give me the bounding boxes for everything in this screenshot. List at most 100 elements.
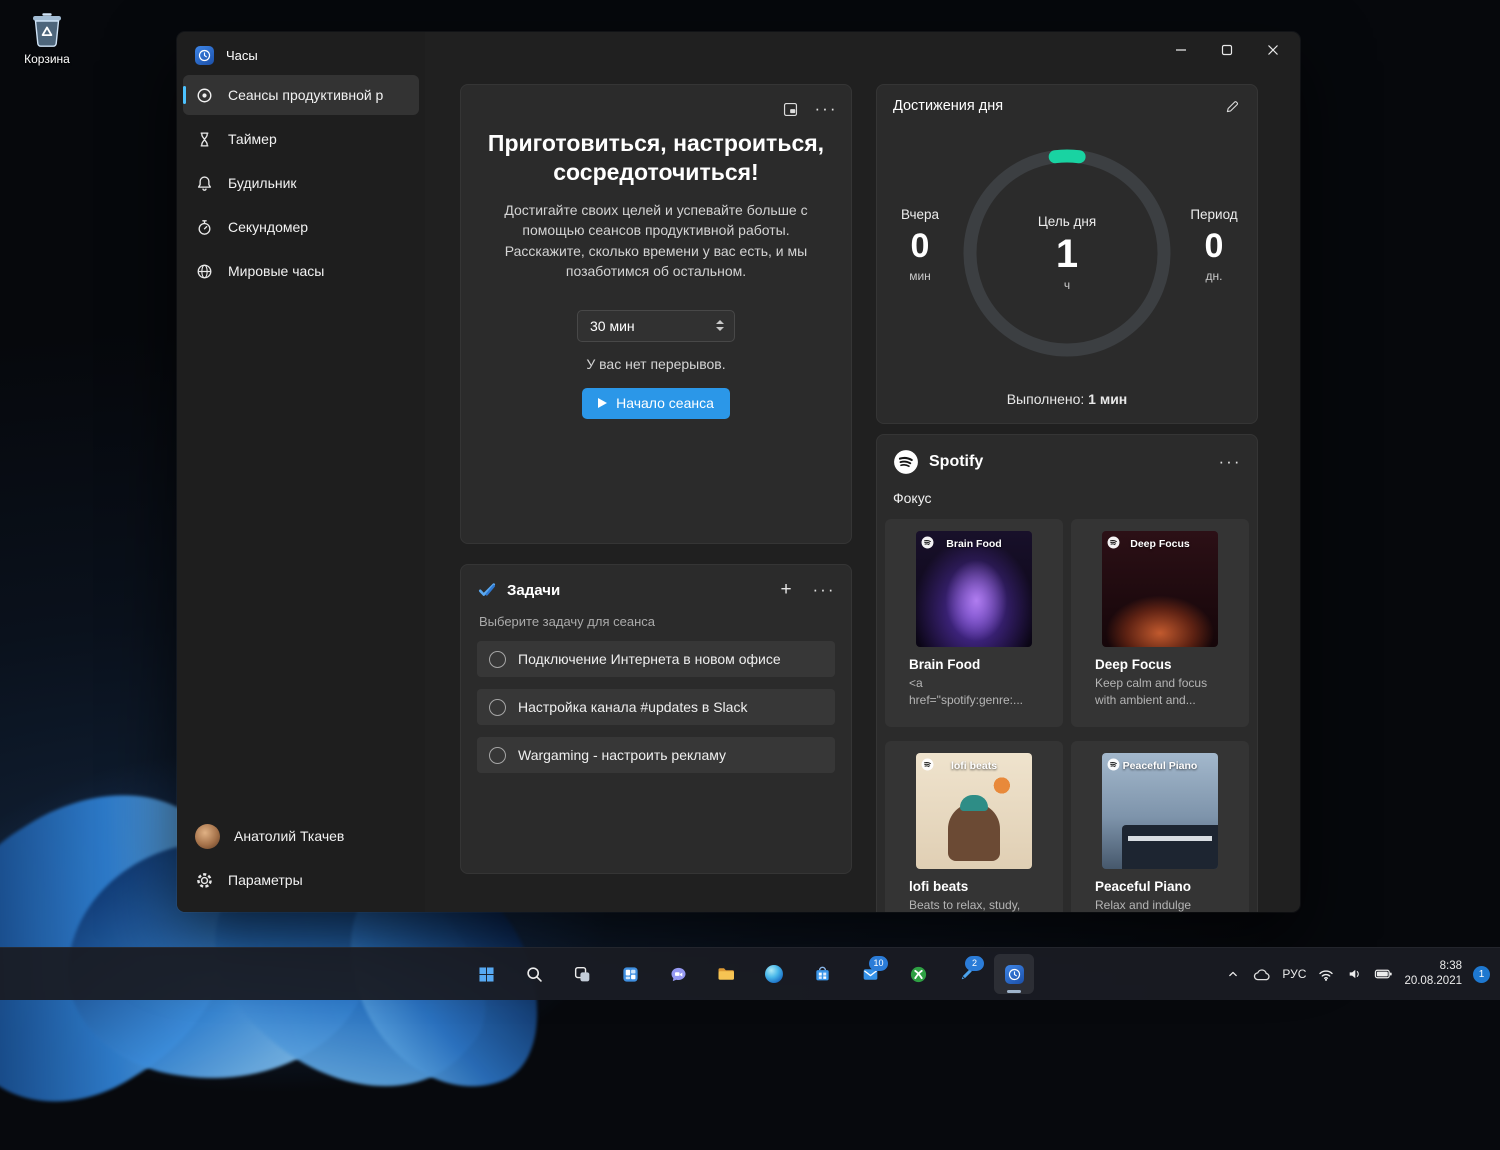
task-label: Настройка канала #updates в Slack <box>518 699 748 715</box>
file-explorer-button[interactable] <box>706 954 746 994</box>
goal-stat: Цель дня 1 ч <box>961 147 1173 359</box>
battery-button[interactable] <box>1374 967 1393 981</box>
task-row[interactable]: Подключение Интернета в новом офисе <box>477 641 835 677</box>
completed-label: Выполнено: <box>1006 391 1085 407</box>
task-row[interactable]: Wargaming - настроить рекламу <box>477 737 835 773</box>
sidebar-item-alarm[interactable]: Будильник <box>183 163 419 203</box>
sidebar-item-settings[interactable]: Параметры <box>183 860 419 900</box>
wifi-icon <box>1319 970 1334 981</box>
progress-card-title: Достижения дня <box>893 98 1004 114</box>
sidebar-item-label: Секундомер <box>228 219 309 235</box>
maximize-button[interactable] <box>1204 32 1250 68</box>
focus-card-title: Приготовиться, настроиться, сосредоточит… <box>487 130 825 185</box>
duration-select[interactable]: 30 мин <box>577 309 735 342</box>
clock-app-taskbar-button[interactable] <box>994 954 1034 994</box>
start-session-button[interactable]: Начало сеанса <box>582 387 730 419</box>
user-account-item[interactable]: Анатолий Ткачев <box>183 816 419 856</box>
mail-button[interactable]: 10 <box>850 954 890 994</box>
clock-date-tray[interactable]: 8:38 20.08.2021 <box>1404 959 1462 989</box>
yesterday-label: Вчера <box>900 207 940 222</box>
language-indicator[interactable]: РУС <box>1282 967 1306 981</box>
sidebar-item-world-clock[interactable]: Мировые часы <box>183 251 419 291</box>
tasks-subtitle: Выберите задачу для сеанса <box>479 614 655 629</box>
playlist-title: Deep Focus <box>1095 657 1172 672</box>
settings-label: Параметры <box>228 872 303 888</box>
search-button[interactable] <box>514 954 554 994</box>
spotify-more-button[interactable]: ··· <box>1217 450 1243 474</box>
start-button[interactable] <box>466 954 506 994</box>
cover-label: Deep Focus <box>1130 538 1190 550</box>
spotify-card: Spotify ··· Фокус Brain Food Brain Food … <box>876 434 1258 912</box>
file-explorer-icon <box>718 968 734 980</box>
volume-button[interactable] <box>1346 966 1363 982</box>
playlist-description: Relax and indulge <box>1095 898 1192 912</box>
task-row[interactable]: Настройка канала #updates в Slack <box>477 689 835 725</box>
spinner-chevrons-icon[interactable] <box>716 320 724 332</box>
tasks-card-title: Задачи <box>507 581 561 599</box>
notification-count-badge[interactable]: 1 <box>1473 965 1490 983</box>
recycle-bin-label: Корзина <box>24 52 70 66</box>
compact-overlay-icon <box>783 102 797 116</box>
pen-app-button[interactable]: 2 <box>946 954 986 994</box>
start-session-label: Начало сеанса <box>616 394 714 411</box>
clock-app-icon <box>1004 964 1024 984</box>
tray-time: 8:38 <box>1439 960 1462 972</box>
task-label: Wargaming - настроить рекламу <box>518 747 727 763</box>
chevron-up-icon <box>1229 971 1238 977</box>
edit-goal-button[interactable] <box>1219 94 1245 118</box>
task-radio[interactable] <box>489 698 506 716</box>
progress-ring: Цель дня 1 ч <box>961 147 1173 359</box>
stopwatch-icon <box>198 219 211 235</box>
onedrive-button[interactable] <box>1252 966 1271 982</box>
cover-label: lofi beats <box>950 760 998 772</box>
wifi-button[interactable] <box>1317 966 1335 982</box>
yesterday-value: 0 <box>910 227 930 265</box>
minimize-button[interactable] <box>1158 32 1204 68</box>
widgets-button[interactable] <box>610 954 650 994</box>
taskbar-center-icons: 10 2 <box>466 954 1034 994</box>
task-view-button[interactable] <box>562 954 602 994</box>
widgets-icon <box>622 966 638 982</box>
close-button[interactable] <box>1250 32 1296 68</box>
sidebar-item-stopwatch[interactable]: Секундомер <box>183 207 419 247</box>
add-task-button[interactable]: + <box>773 578 799 602</box>
sidebar-item-focus-sessions[interactable]: Сеансы продуктивной р <box>183 75 419 115</box>
xbox-button[interactable] <box>898 954 938 994</box>
gear-icon <box>197 872 212 888</box>
playlist-cover: Deep Focus <box>1102 531 1218 647</box>
tray-chevron-button[interactable] <box>1225 966 1241 982</box>
task-view-icon <box>574 966 589 981</box>
world-clock-icon <box>197 264 212 278</box>
playlist-tile-lofi-beats[interactable]: lofi beats lofi beats Beats to relax, st… <box>885 741 1063 912</box>
sidebar-item-label: Сеансы продуктивной р <box>228 87 384 103</box>
system-tray: РУС 8:38 20.08.2021 1 <box>1225 948 1490 1000</box>
completed-line: Выполнено: 1 мин <box>877 391 1257 407</box>
app-title-row: Часы <box>177 32 425 75</box>
recycle-bin-shortcut[interactable]: Корзина <box>12 8 82 66</box>
play-icon <box>598 397 608 408</box>
edge-button[interactable] <box>754 954 794 994</box>
task-radio[interactable] <box>489 746 506 764</box>
chat-button[interactable] <box>658 954 698 994</box>
playlist-title: Peaceful Piano <box>1095 879 1192 894</box>
spotify-logo-icon <box>894 450 918 474</box>
playlist-title: lofi beats <box>909 879 969 894</box>
sidebar: Часы Сеансы продуктивной р Таймер Будиль… <box>177 32 425 912</box>
search-icon <box>526 966 542 982</box>
focus-card-actions: ··· <box>461 85 851 121</box>
close-icon <box>1268 45 1278 55</box>
user-avatar <box>195 823 220 849</box>
task-radio[interactable] <box>489 650 506 668</box>
store-button[interactable] <box>802 954 842 994</box>
playlist-tile-brain-food[interactable]: Brain Food Brain Food <a href="spotify:g… <box>885 519 1063 727</box>
maximize-icon <box>1221 44 1233 56</box>
more-options-button[interactable]: ··· <box>813 97 839 121</box>
sidebar-item-label: Таймер <box>228 131 277 147</box>
playlist-tile-deep-focus[interactable]: Deep Focus Deep Focus Keep calm and focu… <box>1071 519 1249 727</box>
clock-app-icon <box>195 46 214 65</box>
sidebar-item-timer[interactable]: Таймер <box>183 119 419 159</box>
playlist-tile-peaceful-piano[interactable]: Peaceful Piano Peaceful Piano Relax and … <box>1071 741 1249 912</box>
tasks-more-button[interactable]: ··· <box>811 578 837 602</box>
yesterday-unit: мин <box>909 269 931 284</box>
compact-overlay-button[interactable] <box>777 97 803 121</box>
